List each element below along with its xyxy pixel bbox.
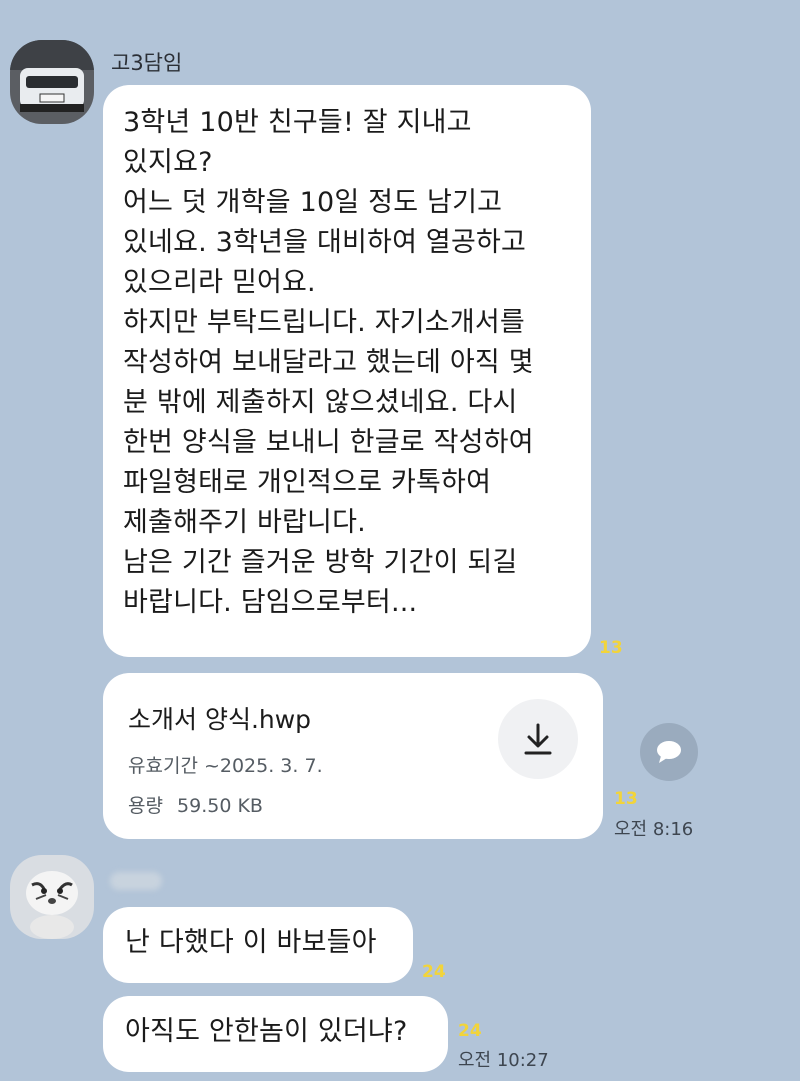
file-attachment-bubble[interactable]: 소개서 양식.hwp 유효기간 ~2025. 3. 7. 용량 59.50 KB	[103, 673, 603, 839]
share-bubble-icon	[657, 741, 681, 763]
sender-name: 고3담임	[111, 51, 183, 75]
message-text: 아직도 안한놈이 있더냐?	[125, 1016, 408, 1047]
unread-count: 24	[458, 1021, 482, 1041]
unread-count: 13	[614, 789, 638, 809]
file-expiry: 유효기간 ~2025. 3. 7.	[128, 755, 323, 777]
sender-name-blurred	[110, 872, 162, 890]
message-bubble[interactable]: 난 다했다 이 바보들아	[103, 907, 413, 983]
message-text: 난 다했다 이 바보들아	[125, 927, 377, 958]
download-icon	[524, 723, 552, 755]
sender-avatar-teacher[interactable]	[10, 40, 94, 124]
download-button[interactable]	[498, 699, 578, 779]
file-size-label: 용량	[128, 795, 163, 817]
sender-avatar-student[interactable]	[10, 855, 94, 939]
share-button[interactable]	[640, 723, 698, 781]
message-time: 오전 8:16	[614, 819, 694, 840]
file-name: 소개서 양식.hwp	[128, 705, 312, 734]
file-size-row: 용량 59.50 KB	[128, 791, 263, 818]
unread-count: 24	[422, 962, 446, 982]
message-time: 오전 10:27	[458, 1050, 549, 1071]
message-bubble-notice[interactable]: 3학년 10반 친구들! 잘 지내고 있지요? 어느 덧 개학을 10일 정도 …	[103, 85, 591, 657]
message-bubble[interactable]: 아직도 안한놈이 있더냐?	[103, 996, 448, 1072]
message-text: 3학년 10반 친구들! 잘 지내고 있지요? 어느 덧 개학을 10일 정도 …	[123, 107, 534, 618]
file-size: 59.50 KB	[177, 795, 263, 817]
unread-count: 13	[599, 638, 623, 658]
